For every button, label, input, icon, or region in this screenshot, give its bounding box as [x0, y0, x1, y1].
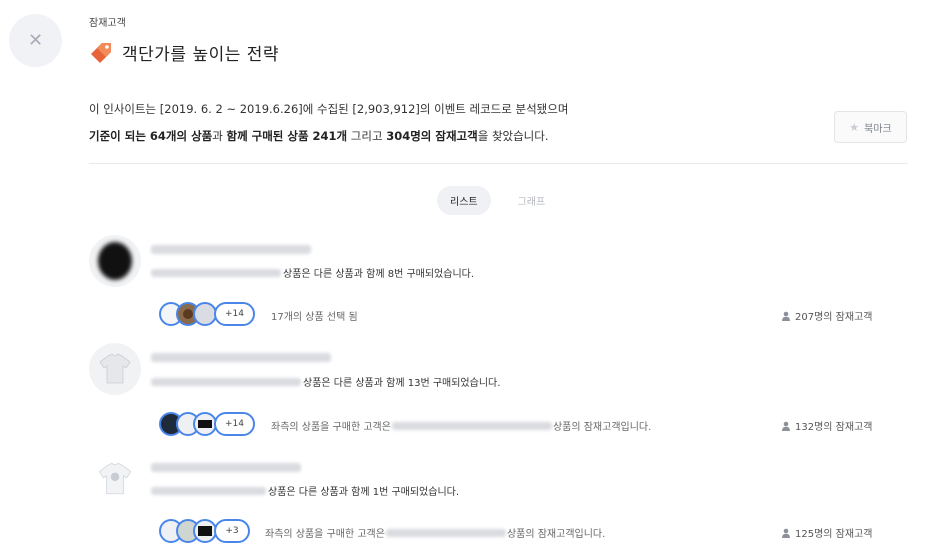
related-products[interactable]: +14	[159, 302, 255, 326]
bookmark-label: 북마크	[864, 123, 892, 135]
tshirt-icon	[98, 462, 132, 495]
potential-customers: 125명의 잠재고객	[781, 525, 872, 540]
summary-line-2: 기준이 되는 64개의 상품과 함께 구매된 상품 241개 그리고 304명의…	[89, 129, 549, 143]
product-name-redacted	[151, 353, 331, 362]
item-description: 17개의 상품 선택 됨	[271, 312, 358, 323]
tag-icon	[91, 42, 111, 63]
potential-customers: 132명의 잠재고객	[781, 418, 872, 433]
more-products-badge[interactable]: +14	[214, 412, 255, 436]
title-row: 객단가를 높이는 전략	[89, 40, 279, 65]
potential-customers: 207명의 잠재고객	[781, 308, 872, 323]
purchase-info: 상품은 다른 상품과 함께 13번 구매되었습니다.	[151, 374, 500, 389]
summary-line-1: 이 인사이트는 [2019. 6. 2 ~ 2019.6.26]에 수집된 [2…	[89, 102, 569, 116]
user-icon	[782, 311, 790, 321]
product-thumbnail	[89, 453, 141, 505]
bookmark-button[interactable]: ★ 북마크	[834, 111, 907, 143]
insight-summary: 이 인사이트는 [2019. 6. 2 ~ 2019.6.26]에 수집된 [2…	[89, 96, 568, 150]
more-products-badge[interactable]: +3	[214, 519, 250, 543]
more-products-badge[interactable]: +14	[214, 302, 255, 326]
tshirt-icon	[99, 353, 131, 384]
page-title: 객단가를 높이는 전략	[122, 45, 280, 65]
close-button[interactable]: ✕	[9, 14, 62, 67]
product-thumbnail	[89, 235, 141, 287]
product-name-redacted	[151, 463, 301, 472]
user-icon	[782, 528, 790, 538]
purchase-info: 상품은 다른 상품과 함께 1번 구매되었습니다.	[151, 483, 459, 498]
related-products[interactable]: +14	[159, 412, 255, 436]
breadcrumb: 잠재고객	[89, 18, 126, 29]
tab-graph[interactable]: 그래프	[505, 186, 559, 215]
product-name-redacted	[151, 245, 311, 254]
product-name-redacted	[391, 421, 552, 430]
divider	[89, 163, 908, 164]
related-products[interactable]: +3	[159, 519, 250, 543]
close-icon: ✕	[27, 30, 44, 51]
user-icon	[782, 421, 790, 431]
purchase-info: 상품은 다른 상품과 함께 8번 구매되었습니다.	[151, 265, 474, 280]
view-tabs: 리스트 그래프	[437, 186, 558, 215]
product-thumbnail	[89, 343, 141, 395]
star-icon: ★	[849, 120, 860, 134]
item-description: 좌측의 상품을 구매한 고객은 상품의 잠재고객입니다.	[265, 528, 606, 540]
tab-list[interactable]: 리스트	[437, 186, 491, 215]
item-description: 좌측의 상품을 구매한 고객은 상품의 잠재고객입니다.	[271, 421, 652, 433]
product-name-redacted	[385, 528, 506, 537]
